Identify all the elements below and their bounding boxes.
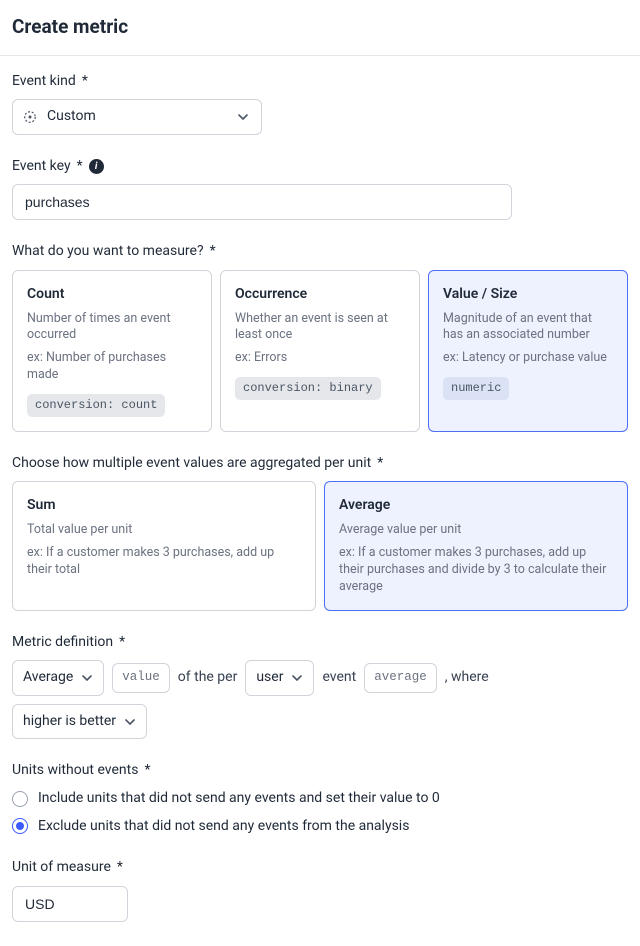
chevron-down-icon — [291, 672, 303, 684]
required-mark: * — [82, 72, 88, 92]
required-mark: * — [210, 242, 216, 262]
definition-agg-value: Average — [23, 668, 73, 688]
info-icon[interactable]: i — [89, 159, 104, 174]
measure-option-count[interactable]: Count Number of times an event occurred … — [12, 270, 212, 432]
card-title: Count — [27, 285, 197, 305]
card-chip: conversion: binary — [235, 377, 381, 400]
card-sub: Number of times an event occurred — [27, 311, 197, 345]
measure-label: What do you want to measure? — [12, 242, 204, 262]
definition-label: Metric definition — [12, 633, 113, 653]
definition-text: , where — [445, 668, 489, 688]
measure-option-value-size[interactable]: Value / Size Magnitude of an event that … — [428, 270, 628, 432]
radio-label: Exclude units that did not send any even… — [38, 817, 409, 837]
chevron-down-icon — [124, 716, 136, 728]
definition-direction-select[interactable]: higher is better — [12, 704, 147, 740]
measure-option-occurrence[interactable]: Occurrence Whether an event is seen at l… — [220, 270, 420, 432]
radio-icon — [12, 791, 28, 807]
card-example: ex: Number of purchases made — [27, 350, 197, 384]
aggregate-label: Choose how multiple event values are agg… — [12, 454, 371, 474]
units-without-option-include[interactable]: Include units that did not send any even… — [12, 789, 628, 809]
required-mark: * — [77, 157, 83, 177]
card-title: Sum — [27, 496, 301, 516]
uom-input[interactable] — [12, 886, 128, 922]
event-kind-select[interactable]: Custom — [12, 99, 262, 135]
card-example: ex: Latency or purchase value — [443, 350, 613, 367]
card-example: ex: If a customer makes 3 purchases, add… — [27, 545, 301, 579]
definition-agg-select[interactable]: Average — [12, 660, 104, 696]
event-kind-label: Event kind — [12, 72, 76, 92]
page-title: Create metric — [12, 14, 628, 41]
card-sub: Whether an event is seen at least once — [235, 311, 405, 345]
definition-text: event — [322, 668, 356, 688]
card-sub: Magnitude of an event that has an associ… — [443, 311, 613, 345]
units-without-option-exclude[interactable]: Exclude units that did not send any even… — [12, 817, 628, 837]
chevron-down-icon — [237, 111, 249, 123]
required-mark: * — [119, 633, 125, 653]
card-sub: Total value per unit — [27, 522, 301, 539]
event-key-label: Event key — [12, 157, 71, 177]
card-example: ex: If a customer makes 3 purchases, add… — [339, 545, 613, 596]
custom-icon — [23, 110, 37, 124]
required-mark: * — [144, 761, 150, 781]
card-example: ex: Errors — [235, 350, 405, 367]
aggregate-option-average[interactable]: Average Average value per unit ex: If a … — [324, 481, 628, 610]
aggregate-option-sum[interactable]: Sum Total value per unit ex: If a custom… — [12, 481, 316, 610]
card-title: Average — [339, 496, 613, 516]
radio-label: Include units that did not send any even… — [38, 789, 440, 809]
definition-avg-chip: average — [364, 663, 437, 693]
required-mark: * — [377, 454, 383, 474]
chevron-down-icon — [81, 672, 93, 684]
card-title: Value / Size — [443, 285, 613, 305]
radio-icon-selected — [12, 818, 28, 834]
card-title: Occurrence — [235, 285, 405, 305]
required-mark: * — [117, 858, 123, 878]
card-chip: numeric — [443, 377, 509, 400]
event-key-input[interactable] — [12, 184, 512, 220]
card-chip: conversion: count — [27, 394, 165, 417]
definition-unit-value: user — [256, 668, 283, 688]
definition-unit-select[interactable]: user — [245, 660, 314, 696]
units-without-label: Units without events — [12, 761, 138, 781]
card-sub: Average value per unit — [339, 522, 613, 539]
definition-value-chip: value — [112, 663, 170, 693]
definition-text: of the per — [178, 668, 238, 688]
event-kind-value: Custom — [47, 107, 96, 127]
uom-label: Unit of measure — [12, 858, 111, 878]
definition-direction-value: higher is better — [23, 712, 116, 732]
